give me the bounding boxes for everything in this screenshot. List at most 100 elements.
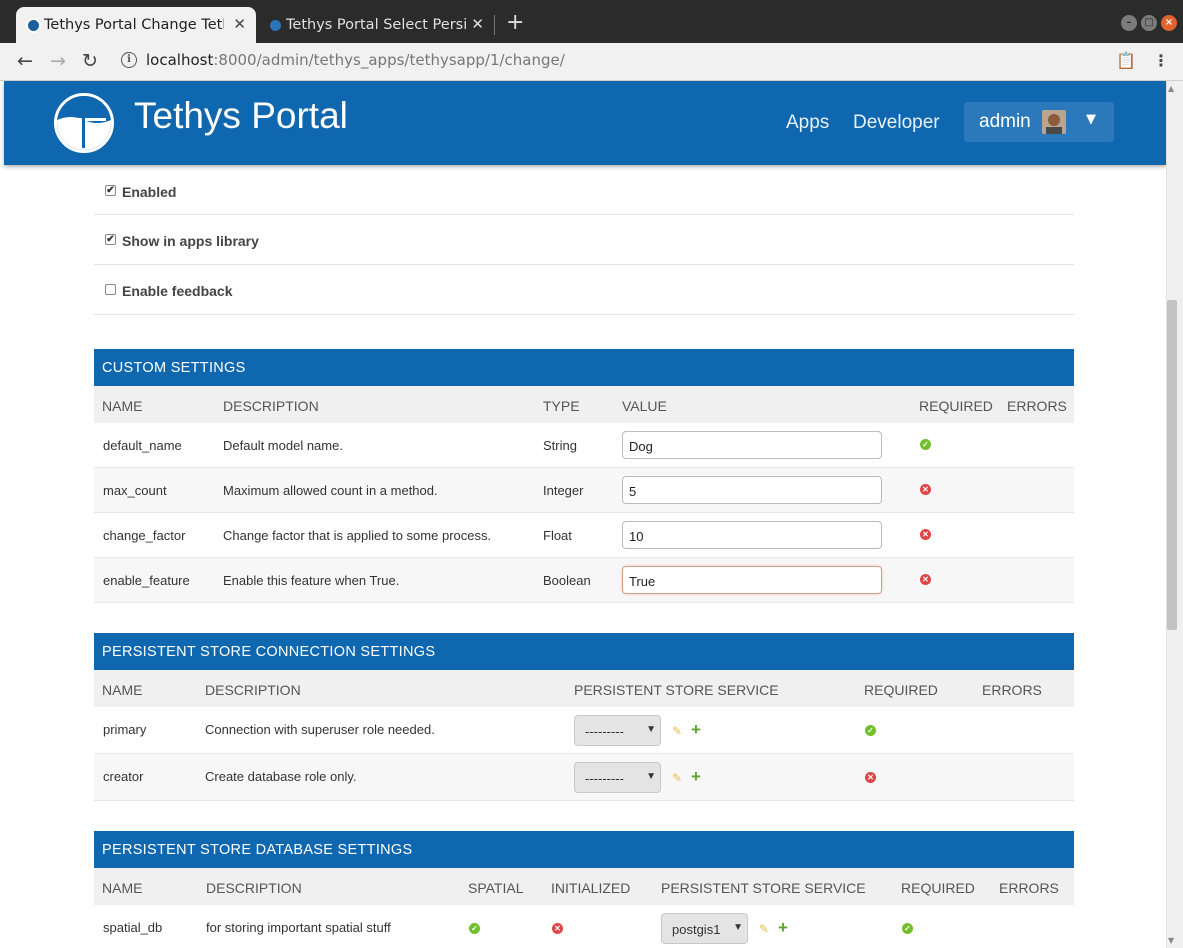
minimize-icon[interactable]: – [1121,15,1137,31]
enable-feedback-label: Enable feedback [122,283,233,299]
table-row: max_count Maximum allowed count in a met… [94,468,1074,513]
enabled-checkbox[interactable]: ✔ [105,185,116,196]
setting-name: enable_feature [103,573,190,588]
enabled-label: Enabled [122,184,177,200]
edit-pencil-icon[interactable]: ✎ [759,922,769,936]
setting-name: max_count [103,483,167,498]
user-name: admin [979,111,1031,132]
col-type: TYPE [543,398,580,414]
clipboard-icon[interactable]: 📋 [1116,51,1136,70]
setting-description: Default model name. [223,438,343,453]
ps-connection-caption: PERSISTENT STORE CONNECTION SETTINGS [94,633,1074,670]
nav-apps-link[interactable]: Apps [786,112,829,134]
new-tab-icon[interactable]: + [506,12,524,34]
spatial-check-icon: ✓ [469,923,480,934]
address-bar[interactable]: localhost:8000/admin/tethys_apps/tethysa… [146,51,565,69]
nav-developer-link[interactable]: Developer [853,112,940,134]
tab-select-persistent-store[interactable]: Tethys Portal Select Persis ✕ [258,7,494,43]
setting-type: Integer [543,483,584,498]
col-description: DESCRIPTION [206,880,302,896]
tab-change-tethys-app[interactable]: Tethys Portal Change Teth ✕ [16,7,256,43]
service-select[interactable]: --------- ▼ [574,715,661,746]
add-plus-icon[interactable]: + [778,918,788,938]
col-name: NAME [102,398,143,414]
setting-name: default_name [103,438,182,453]
forward-arrow-icon[interactable]: → [50,51,66,71]
setting-description: Change factor that is applied to some pr… [223,528,492,543]
user-menu-button[interactable]: admin ▼ [964,102,1114,142]
setting-value-input[interactable]: 10 [622,521,882,549]
tab-separator [494,15,495,35]
enabled-row: ✔ Enabled [94,165,1074,215]
col-required: REQUIRED [901,880,975,896]
site-header: Tethys Portal Apps Developer admin ▼ [4,81,1166,165]
chevron-down-icon: ▼ [1086,112,1096,127]
close-icon[interactable]: ✕ [233,15,246,33]
tab-title: Tethys Portal Select Persis [286,17,466,33]
setting-description: for storing important spatial stuff [206,920,391,935]
kebab-menu-icon[interactable]: ⋮ [1153,51,1169,70]
close-icon[interactable]: ✕ [471,15,484,33]
tethys-favicon-icon [26,18,41,33]
col-spatial: SPATIAL [468,880,524,896]
scrollbar-thumb[interactable] [1167,300,1177,630]
not-required-x-icon: ✕ [920,574,931,585]
tethys-logo-icon[interactable] [54,93,114,153]
col-name: NAME [102,682,143,698]
ps-database-module: PERSISTENT STORE DATABASE SETTINGS NAME … [94,831,1074,948]
setting-description: Maximum allowed count in a method. [223,483,438,498]
avatar [1042,110,1066,134]
url-host: localhost [146,51,214,69]
maximize-icon[interactable]: □ [1141,15,1157,31]
col-errors: ERRORS [982,682,1042,698]
setting-value-input[interactable]: True [622,566,882,594]
page-viewport: Tethys Portal Apps Developer admin ▼ ✔ E… [0,81,1166,948]
setting-name: change_factor [103,528,186,543]
enable-feedback-checkbox[interactable] [105,284,116,295]
col-initialized: INITIALIZED [551,880,631,896]
col-description: DESCRIPTION [205,682,301,698]
setting-type: String [543,438,577,453]
setting-description: Connection with superuser role needed. [205,722,435,737]
col-required: REQUIRED [919,398,993,414]
reload-icon[interactable]: ↻ [82,51,98,71]
col-description: DESCRIPTION [223,398,319,414]
select-arrow-icon: ▼ [733,922,743,933]
table-row: creator Create database role only. -----… [94,754,1074,801]
select-arrow-icon: ▼ [646,724,656,735]
back-arrow-icon[interactable]: ← [17,51,33,71]
service-select[interactable]: --------- ▼ [574,762,661,793]
app-flags: ✔ Enabled ✔ Show in apps library Enable … [94,165,1074,315]
enable-feedback-row: Enable feedback [94,265,1074,315]
url-path: :8000/admin/tethys_apps/tethysapp/1/chan… [213,51,565,69]
col-service: PERSISTENT STORE SERVICE [574,682,779,698]
brand-title[interactable]: Tethys Portal [134,95,348,137]
ps-connection-module: PERSISTENT STORE CONNECTION SETTINGS NAM… [94,633,1074,801]
site-info-icon[interactable]: i [121,52,137,68]
table-row: default_name Default model name. String … [94,423,1074,468]
tab-title: Tethys Portal Change Teth [44,17,224,33]
ps-connection-header: NAME DESCRIPTION PERSISTENT STORE SERVIC… [94,670,1074,707]
setting-value-input[interactable]: Dog [622,431,882,459]
scroll-up-arrow-icon[interactable]: ▲ [1168,84,1174,93]
show-in-library-checkbox[interactable]: ✔ [105,234,116,245]
scroll-down-arrow-icon[interactable]: ▼ [1168,936,1174,945]
service-select[interactable]: postgis1 ▼ [661,913,748,944]
service-select-value: postgis1 [672,922,721,937]
setting-value-input[interactable]: 5 [622,476,882,504]
window-close-icon[interactable]: × [1161,15,1177,31]
required-check-icon: ✓ [902,923,913,934]
setting-description: Create database role only. [205,769,357,784]
col-errors: ERRORS [1007,398,1067,414]
table-row: primary Connection with superuser role n… [94,707,1074,754]
add-plus-icon[interactable]: + [691,767,701,787]
table-row: change_factor Change factor that is appl… [94,513,1074,558]
add-plus-icon[interactable]: + [691,720,701,740]
edit-pencil-icon[interactable]: ✎ [672,724,682,738]
custom-settings-header: NAME DESCRIPTION TYPE VALUE REQUIRED ERR… [94,386,1074,423]
setting-description: Enable this feature when True. [223,573,400,588]
select-arrow-icon: ▼ [646,771,656,782]
edit-pencil-icon[interactable]: ✎ [672,771,682,785]
setting-name: primary [103,722,147,737]
table-row: enable_feature Enable this feature when … [94,558,1074,603]
